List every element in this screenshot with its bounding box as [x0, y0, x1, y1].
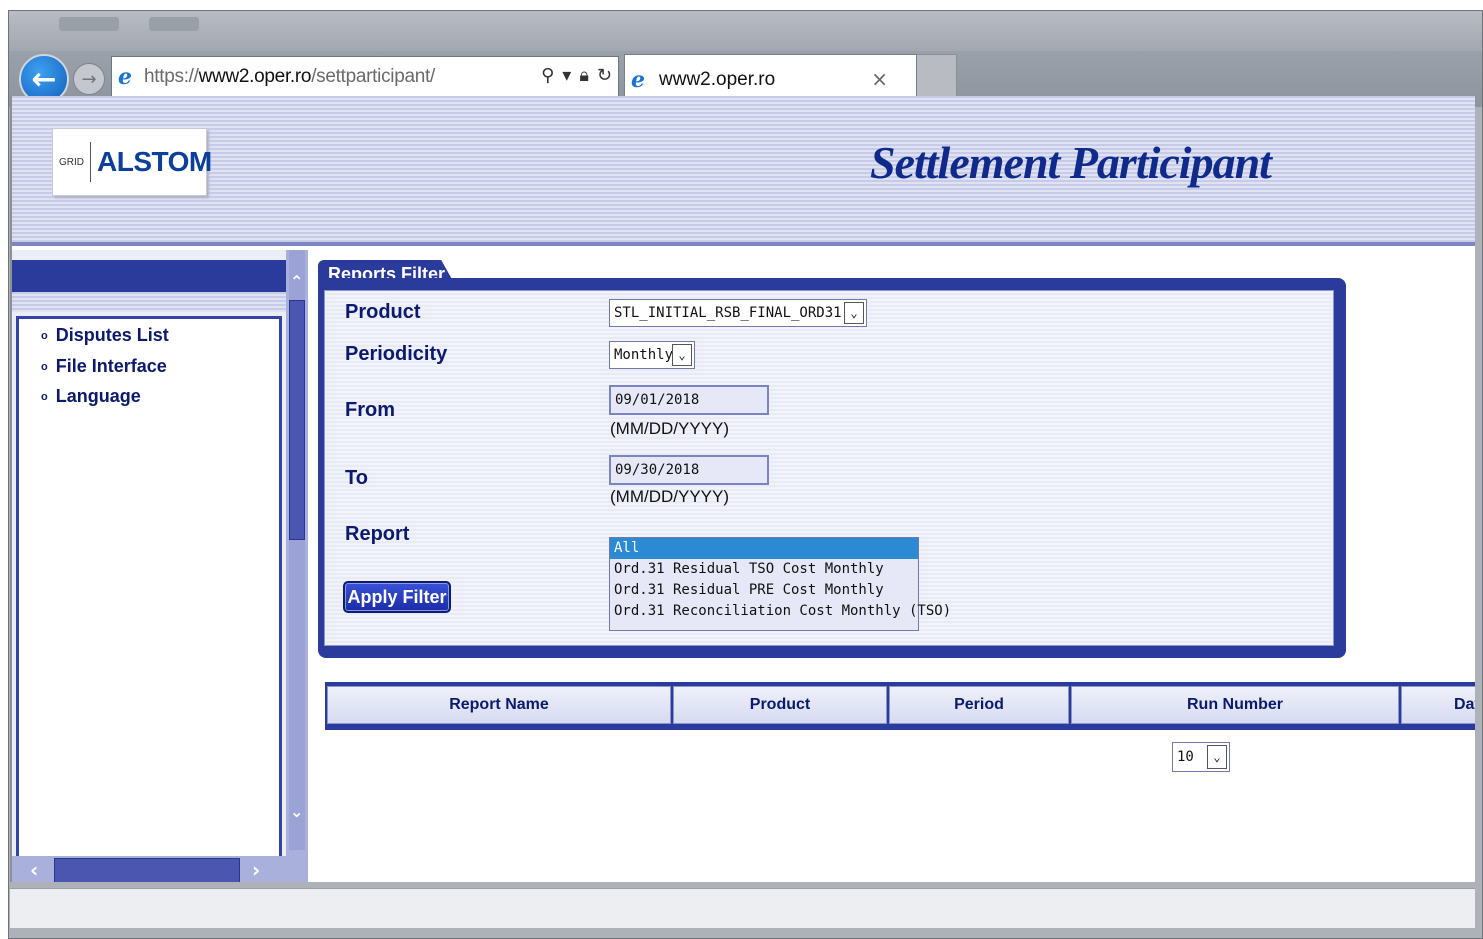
blurred-title	[59, 17, 119, 31]
blurred-title	[149, 17, 199, 31]
dropdown-icon[interactable]: ▾	[562, 65, 571, 86]
page-size-select[interactable]: 10 ⌄	[1172, 742, 1230, 772]
product-value: STL_INITIAL_RSB_FINAL_ORD31	[614, 305, 842, 321]
column-header-product[interactable]: Product	[673, 686, 887, 724]
to-date-input[interactable]: 09/30/2018	[609, 455, 769, 485]
chevron-down-icon[interactable]: ⌄	[844, 302, 864, 324]
product-label: Product	[345, 301, 421, 323]
chevron-left-icon[interactable]: ‹	[30, 858, 38, 882]
logo-brand-text: ALSTOM	[97, 146, 212, 177]
bullet-icon: o	[41, 329, 48, 342]
nav-stripe	[12, 292, 286, 312]
chevron-up-icon[interactable]: ⌃	[290, 272, 303, 291]
report-option-reconciliation-tso[interactable]: Ord.31 Reconciliation Cost Monthly (TSO)	[610, 601, 951, 622]
nav-vertical-scrollbar[interactable]: ⌃ ⌄	[286, 250, 308, 882]
report-option-residual-tso[interactable]: Ord.31 Residual TSO Cost Monthly	[610, 559, 918, 580]
url-text: https://www2.oper.ro/settparticipant/	[144, 66, 435, 87]
search-icon[interactable]: ⚲	[541, 65, 554, 86]
left-navigation: o Disputes List o File Interface o Langu…	[12, 250, 308, 882]
lock-icon[interactable]: 🔒︎	[579, 65, 589, 86]
nav-header-bar	[12, 260, 286, 292]
nav-item-disputes-list[interactable]: o Disputes List	[41, 325, 169, 346]
page-header: GRID ALSTOM Settlement Participant	[12, 96, 1475, 246]
bullet-icon: o	[41, 360, 48, 373]
to-date-format-hint: (MM/DD/YYYY)	[610, 487, 729, 506]
address-icons: ⚲ ▾ 🔒︎ ↻	[541, 65, 612, 86]
from-date-format-hint: (MM/DD/YYYY)	[610, 419, 729, 438]
tab-title: www2.oper.ro	[659, 68, 776, 90]
scroll-thumb[interactable]	[289, 300, 305, 540]
nav-item-language[interactable]: o Language	[41, 386, 141, 407]
nav-menu: o Disputes List o File Interface o Langu…	[16, 316, 282, 856]
page-viewport: GRID ALSTOM Settlement Participant o Dis…	[10, 96, 1475, 882]
refresh-icon[interactable]: ↻	[597, 65, 612, 86]
nav-horizontal-scrollbar[interactable]: ‹ ›	[12, 856, 308, 882]
browser-status-bar	[10, 888, 1475, 928]
column-header-date[interactable]: Date	[1401, 686, 1475, 724]
report-option-residual-pre[interactable]: Ord.31 Residual PRE Cost Monthly	[610, 580, 918, 601]
scroll-thumb[interactable]	[54, 858, 240, 882]
chevron-down-icon[interactable]: ⌄	[672, 344, 692, 366]
column-header-run-number[interactable]: Run Number	[1071, 686, 1399, 724]
from-date-input[interactable]: 09/01/2018	[609, 385, 769, 415]
nav-item-label: Disputes List	[55, 325, 169, 345]
column-header-period[interactable]: Period	[889, 686, 1069, 724]
to-label: To	[345, 467, 368, 489]
reports-filter-panel: Product STL_INITIAL_RSB_FINAL_ORD31 ⌄ Pe…	[318, 278, 1346, 658]
apply-filter-button[interactable]: Apply Filter	[343, 581, 451, 613]
from-label: From	[345, 399, 395, 421]
column-header-report-name[interactable]: Report Name	[327, 686, 671, 724]
report-listbox[interactable]: All Ord.31 Residual TSO Cost Monthly Ord…	[609, 537, 951, 631]
chevron-right-icon[interactable]: ›	[252, 858, 260, 882]
ie-logo-icon: e	[631, 66, 645, 93]
page-title: Settlement Participant	[870, 137, 1272, 188]
close-tab-icon[interactable]: ×	[871, 67, 888, 91]
periodicity-value: Monthly	[614, 347, 674, 363]
periodicity-select[interactable]: Monthly ⌄	[609, 341, 695, 369]
nav-item-label: Language	[55, 386, 141, 406]
back-arrow-icon: ←	[31, 61, 57, 97]
periodicity-label: Periodicity	[345, 343, 448, 365]
address-bar[interactable]: e https://www2.oper.ro/settparticipant/ …	[111, 56, 619, 98]
nav-item-label: File Interface	[55, 356, 167, 376]
report-label: Report	[345, 523, 410, 545]
title-strip	[9, 11, 1482, 51]
forward-arrow-icon: →	[81, 68, 97, 90]
nav-item-file-interface[interactable]: o File Interface	[41, 356, 167, 377]
report-option-all[interactable]: All	[610, 538, 918, 559]
reports-filter-body: Product STL_INITIAL_RSB_FINAL_ORD31 ⌄ Pe…	[324, 290, 1334, 646]
alstom-logo: GRID ALSTOM	[52, 128, 212, 196]
results-grid-header: Report Name Product Period Run Number Da…	[325, 682, 1475, 730]
product-select[interactable]: STL_INITIAL_RSB_FINAL_ORD31 ⌄	[609, 299, 867, 327]
bullet-icon: o	[41, 390, 48, 403]
forward-button[interactable]: →	[73, 63, 105, 95]
ie-logo-icon: e	[118, 64, 132, 90]
logo-grid-text: GRID	[59, 142, 91, 182]
chevron-down-icon[interactable]: ⌄	[1207, 745, 1227, 769]
chevron-down-icon[interactable]: ⌄	[290, 802, 303, 821]
page-size-value: 10	[1177, 749, 1194, 765]
